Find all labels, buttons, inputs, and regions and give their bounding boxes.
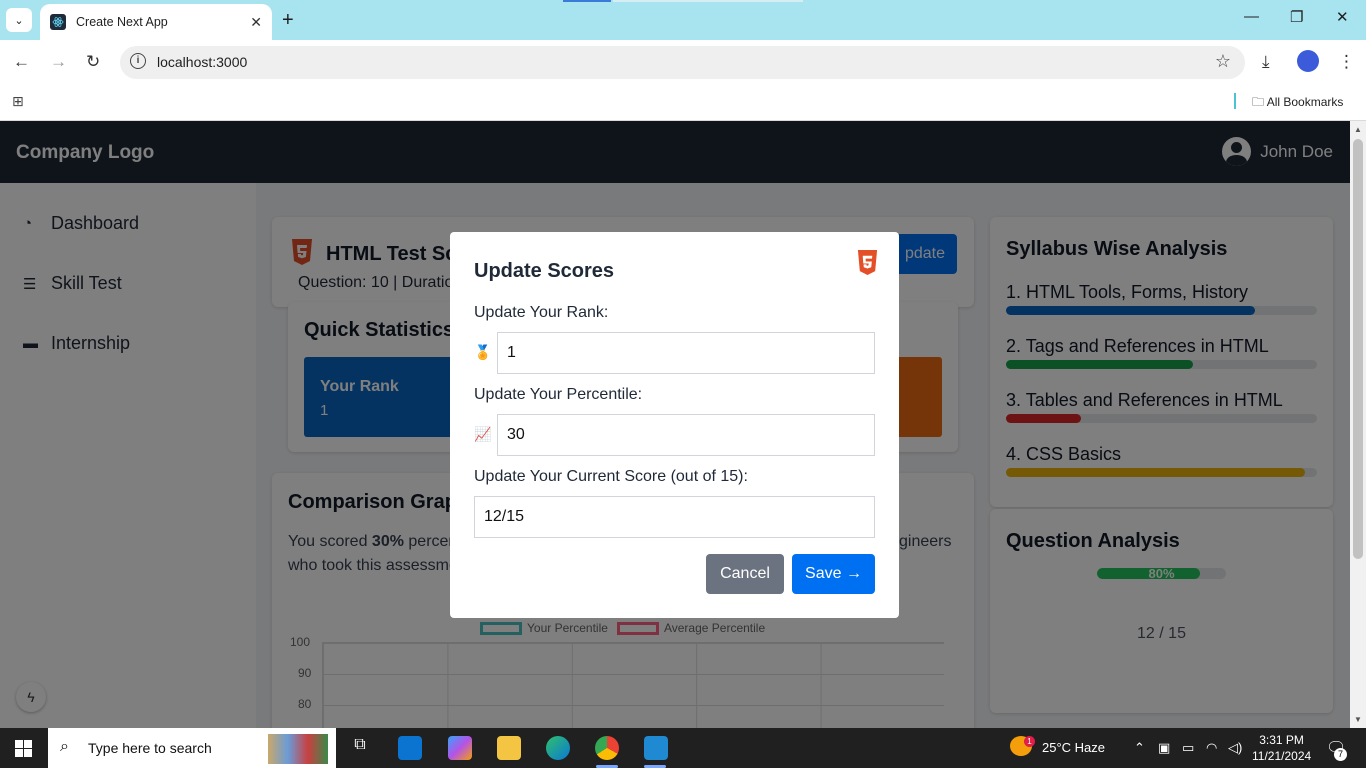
- search-highlight-image: [268, 734, 328, 764]
- all-bookmarks-label: All Bookmarks: [1266, 95, 1344, 109]
- scroll-up-icon[interactable]: ▲: [1354, 125, 1362, 134]
- score-field-label: Update Your Current Score (out of 15):: [474, 468, 748, 485]
- volume-icon[interactable]: ◁): [1228, 740, 1242, 756]
- reload-icon[interactable]: ↻: [86, 52, 100, 72]
- tabstrip-accent: [563, 0, 611, 2]
- copilot-icon[interactable]: [448, 736, 472, 760]
- page-scrollbar[interactable]: ▲ ▼: [1350, 121, 1366, 728]
- task-view-icon[interactable]: ⧉: [348, 736, 372, 760]
- rank-input[interactable]: [497, 332, 875, 374]
- medal-icon: 🏅: [474, 344, 492, 360]
- tab-close-icon[interactable]: ✕: [250, 14, 262, 31]
- file-explorer-icon[interactable]: [497, 736, 521, 760]
- new-tab-button[interactable]: +: [282, 8, 294, 32]
- bookmarks-bar: ⊞ 🗀 All Bookmarks: [0, 85, 1366, 121]
- modal-title: Update Scores: [474, 260, 615, 282]
- html5-icon: [856, 249, 879, 276]
- chrome-icon[interactable]: [595, 736, 619, 760]
- weather-text[interactable]: 25°C Haze: [1042, 740, 1105, 755]
- tab-search-button[interactable]: ⌄: [6, 8, 32, 32]
- site-info-icon[interactable]: i: [130, 53, 146, 69]
- menu-dots-icon[interactable]: ⋮: [1338, 52, 1355, 72]
- minimize-icon[interactable]: —: [1244, 8, 1259, 25]
- browser-tab[interactable]: Create Next App ✕: [40, 4, 272, 40]
- clock-date: 11/21/2024: [1252, 749, 1312, 763]
- score-input[interactable]: [474, 496, 875, 538]
- chevron-up-icon[interactable]: ⌃: [1134, 740, 1145, 756]
- apps-grid-icon[interactable]: ⊞: [12, 93, 24, 110]
- save-button[interactable]: Save →: [792, 554, 875, 594]
- restore-icon[interactable]: ❐: [1290, 8, 1303, 26]
- search-icon: ⌕: [60, 738, 69, 755]
- windows-taskbar: ⌕ Type here to search ⧉ 1 25°C Haze ⌃ ▣ …: [0, 728, 1366, 768]
- weather-badge: 1: [1024, 736, 1035, 747]
- chart-line-icon: 📈: [474, 426, 492, 442]
- react-favicon-icon: [50, 14, 66, 30]
- percentile-field-label: Update Your Percentile:: [474, 386, 643, 403]
- browser-tabstrip: ⌄ Create Next App ✕ + — ❐ ✕: [0, 0, 1366, 40]
- scroll-down-icon[interactable]: ▼: [1354, 715, 1362, 724]
- store-icon[interactable]: [398, 736, 422, 760]
- tabstrip-accent-secondary: [613, 0, 803, 2]
- all-bookmarks-button[interactable]: 🗀 All Bookmarks: [1252, 93, 1343, 114]
- battery-icon[interactable]: ▭: [1182, 740, 1194, 756]
- notification-count: 7: [1334, 748, 1347, 761]
- wifi-icon[interactable]: ◠: [1206, 740, 1217, 756]
- update-scores-modal: Update Scores Update Your Rank: 🏅 Update…: [450, 232, 899, 618]
- percentile-input[interactable]: [497, 414, 875, 456]
- windows-start-icon[interactable]: [15, 740, 32, 757]
- window-close-icon[interactable]: ✕: [1336, 8, 1349, 26]
- taskbar-search-box[interactable]: ⌕ Type here to search: [48, 728, 336, 768]
- download-icon[interactable]: ⤓: [1262, 52, 1270, 72]
- vscode-icon[interactable]: [644, 736, 668, 760]
- bookmarks-divider: [1234, 93, 1236, 109]
- url-text[interactable]: localhost:3000: [157, 54, 247, 70]
- back-icon[interactable]: ←: [13, 52, 30, 72]
- folder-icon: 🗀: [1252, 95, 1265, 109]
- cancel-button[interactable]: Cancel: [706, 554, 784, 594]
- edge-icon[interactable]: [546, 736, 570, 760]
- meet-icon[interactable]: ▣: [1158, 740, 1170, 756]
- tab-title: Create Next App: [76, 15, 168, 29]
- forward-icon[interactable]: →: [50, 52, 67, 72]
- clock-time: 3:31 PM: [1259, 733, 1304, 747]
- system-clock[interactable]: 3:31 PM 11/21/2024: [1252, 732, 1311, 764]
- bookmark-star-icon[interactable]: ☆: [1215, 51, 1231, 72]
- taskbar-search-placeholder: Type here to search: [88, 740, 212, 756]
- profile-avatar-icon[interactable]: [1297, 50, 1319, 72]
- rank-field-label: Update Your Rank:: [474, 304, 609, 321]
- scrollbar-thumb[interactable]: [1353, 139, 1363, 559]
- omnibox[interactable]: i localhost:3000 ☆: [120, 46, 1245, 79]
